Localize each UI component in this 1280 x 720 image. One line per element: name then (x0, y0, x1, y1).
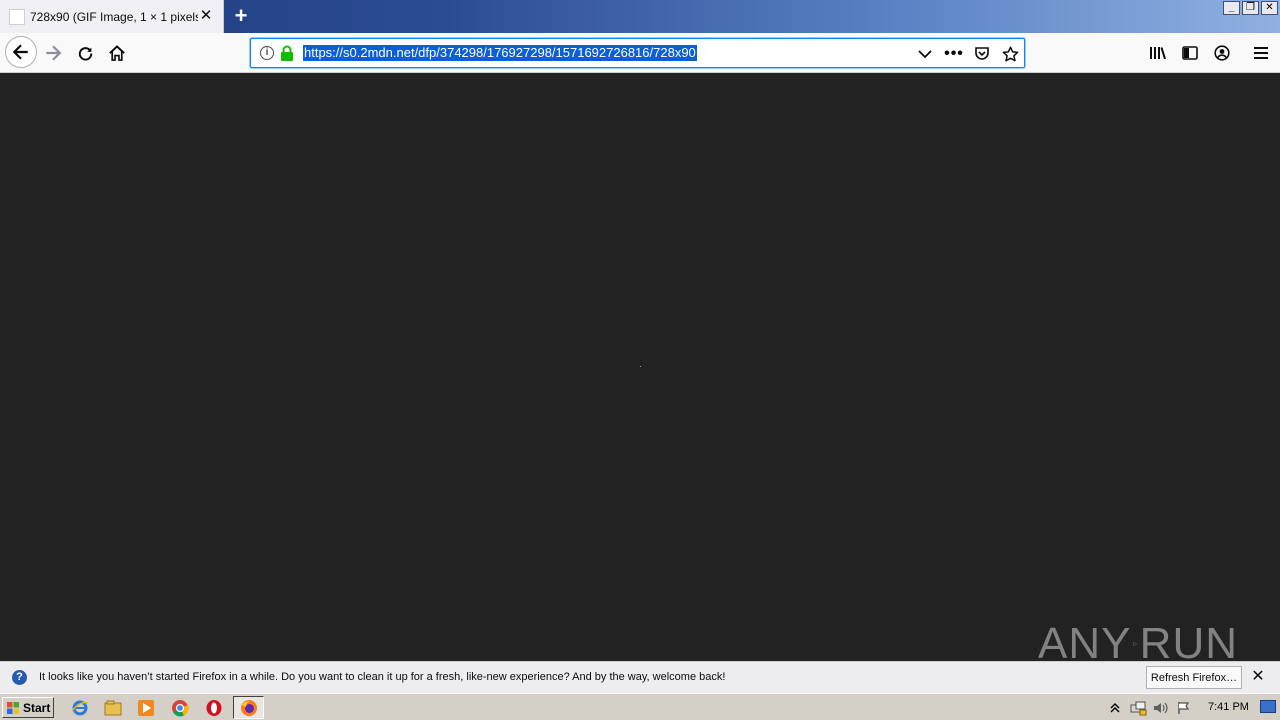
url-bar[interactable]: i https://s0.2mdn.net/dfp/374298/1769272… (250, 38, 1025, 68)
start-button[interactable]: Start (2, 697, 54, 718)
taskbar-clock[interactable]: 7:41 PM (1208, 701, 1249, 713)
url-text[interactable]: https://s0.2mdn.net/dfp/374298/176927298… (303, 45, 697, 61)
windows-flag-icon (7, 701, 19, 714)
tab-favicon-icon (9, 8, 25, 25)
notification-close-icon[interactable]: ✕ (1250, 669, 1266, 685)
notification-bar: ? It looks like you haven’t started Fire… (0, 661, 1280, 693)
account-button[interactable] (1212, 43, 1232, 63)
forward-arrow-icon (46, 45, 62, 61)
media-player-icon[interactable] (136, 698, 156, 718)
menu-button[interactable] (1251, 43, 1271, 63)
tab-strip: 728x90 (GIF Image, 1 × 1 pixels) ✕ + _ ❐… (0, 0, 1280, 33)
start-label: Start (23, 700, 51, 715)
pocket-icon (975, 47, 989, 60)
explorer-folder-icon[interactable] (103, 698, 123, 718)
chrome-icon[interactable] (170, 698, 190, 718)
taskbar: Start 7:41 PM (0, 693, 1280, 720)
new-tab-button[interactable]: + (230, 4, 252, 28)
url-dropdown-button[interactable] (915, 44, 935, 64)
hamburger-menu-icon (1254, 47, 1268, 59)
bookmark-star-button[interactable] (1000, 44, 1020, 64)
firefox-icon (240, 699, 257, 716)
account-icon (1214, 45, 1230, 61)
nav-toolbar: i https://s0.2mdn.net/dfp/374298/1769272… (0, 33, 1280, 73)
pocket-button[interactable] (972, 44, 992, 64)
back-button[interactable] (5, 36, 37, 68)
home-button[interactable] (102, 38, 132, 68)
volume-icon[interactable] (1152, 700, 1170, 716)
reload-icon (78, 46, 92, 61)
refresh-firefox-button[interactable]: Refresh Firefox… (1146, 666, 1242, 689)
library-icon (1150, 47, 1166, 60)
restore-button[interactable]: ❐ (1242, 1, 1259, 15)
opera-icon[interactable] (204, 698, 224, 718)
tab-close-icon[interactable]: ✕ (198, 8, 214, 24)
chevron-down-icon (918, 50, 932, 59)
tray-expand-icon[interactable] (1106, 700, 1124, 716)
sidebar-icon (1182, 46, 1198, 60)
question-icon: ? (12, 670, 27, 685)
show-desktop-button[interactable] (1260, 700, 1276, 713)
page-actions-button[interactable]: ••• (944, 44, 964, 64)
tab-title: 728x90 (GIF Image, 1 × 1 pixels) (30, 9, 198, 24)
tab-active[interactable]: 728x90 (GIF Image, 1 × 1 pixels) ✕ (0, 0, 224, 33)
back-arrow-icon (12, 44, 28, 60)
page-content: ANY RUN (0, 74, 1280, 668)
lock-icon[interactable] (280, 45, 294, 61)
taskbar-firefox-button[interactable] (233, 696, 264, 719)
star-icon (1002, 46, 1018, 61)
window-controls: _ ❐ ✕ (1223, 1, 1278, 15)
library-button[interactable] (1148, 43, 1168, 63)
close-window-button[interactable]: ✕ (1261, 1, 1278, 15)
notification-message: It looks like you haven’t started Firefo… (39, 671, 726, 683)
home-icon (109, 45, 125, 61)
minimize-button[interactable]: _ (1223, 1, 1240, 15)
sidebar-button[interactable] (1180, 43, 1200, 63)
forward-button[interactable] (38, 38, 68, 68)
gif-image (640, 366, 641, 367)
reload-button[interactable] (70, 38, 100, 68)
site-info-icon[interactable]: i (260, 46, 274, 60)
action-center-flag-icon[interactable] (1175, 700, 1193, 716)
ie-icon[interactable] (70, 698, 90, 718)
network-icon[interactable] (1129, 700, 1147, 716)
